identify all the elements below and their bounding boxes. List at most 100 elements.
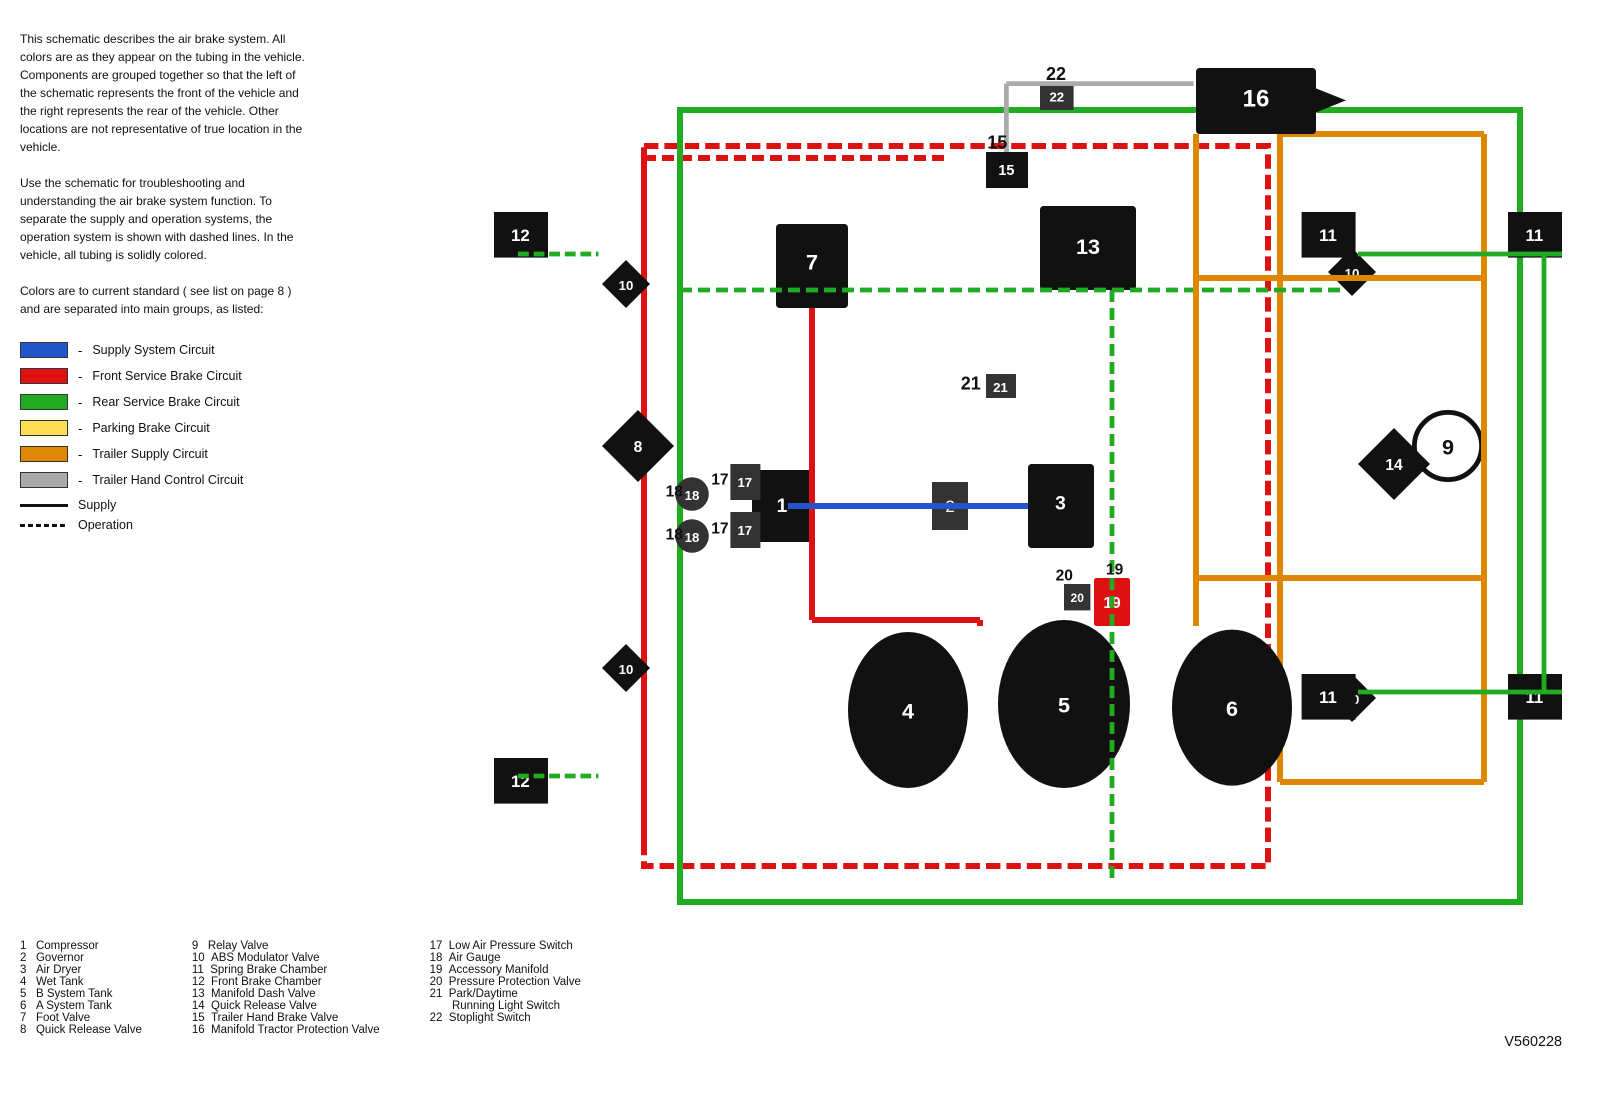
svg-text:21: 21 [993,380,1008,395]
svg-text:6: 6 [1226,696,1238,721]
svg-text:1: 1 [777,496,788,517]
comp-entry: 5 B System Tank [20,988,142,1000]
comp-entry: 8 Quick Release Valve [20,1024,142,1036]
svg-text:11: 11 [1319,226,1337,245]
svg-text:14: 14 [1385,457,1403,474]
svg-text:10: 10 [619,278,634,293]
legend-section: - Supply System Circuit - Front Service … [20,342,310,538]
supply-label: Supply [78,498,116,512]
operation-line-icon [20,524,68,527]
svg-text:18: 18 [666,483,684,500]
comp-entry: 10 ABS Modulator Valve [192,952,380,964]
legend-circuit-label: Trailer Supply Circuit [92,447,208,461]
legend-item: - Parking Brake Circuit [20,420,310,436]
comp-entry: 6 A System Tank [20,1000,142,1012]
legend-color-swatch [20,472,68,488]
legend-color-swatch [20,446,68,462]
comp-entry: 17 Low Air Pressure Switch [430,940,581,952]
comp-entry: 20 Pressure Protection Valve [430,976,581,988]
left-panel: This schematic describes the air brake s… [20,20,310,1076]
svg-text:11: 11 [1526,226,1544,245]
desc-para3: Colors are to current standard ( see lis… [20,282,310,318]
svg-text:5: 5 [1058,692,1070,717]
comp-entry: 22 Stoplight Switch [430,1012,581,1024]
svg-text:15: 15 [987,132,1007,152]
comp-entry: 3 Air Dryer [20,964,142,976]
legend-circuit-label: Front Service Brake Circuit [92,369,241,383]
legend-circuit-label: Parking Brake Circuit [92,421,209,435]
svg-text:18: 18 [666,527,684,544]
comp-entry: 4 Wet Tank [20,976,142,988]
comp-entry: 1 Compressor [20,940,142,952]
legend-circuit-label: Supply System Circuit [92,343,214,357]
legend-supply-line: Supply [20,498,310,512]
legend-dash: - [78,369,82,384]
svg-text:V560228: V560228 [1504,1034,1562,1050]
legend-dash: - [78,343,82,358]
page-container: This schematic describes the air brake s… [0,0,1600,1096]
legend-item: - Trailer Hand Control Circuit [20,472,310,488]
legend-color-swatch [20,342,68,358]
legend-dash: - [78,473,82,488]
svg-text:11: 11 [1319,688,1337,707]
comp-entry: 2 Governor [20,952,142,964]
comp-entry: 7 Foot Valve [20,1012,142,1024]
schematic-diagram: 1 2 3 4 5 6 7 8 9 [320,20,1580,1076]
svg-text:17: 17 [737,475,752,490]
legend-dash: - [78,447,82,462]
operation-label: Operation [78,518,133,532]
svg-text:22: 22 [1046,64,1066,84]
svg-text:20: 20 [1071,591,1085,605]
comp-entry: Running Light Switch [430,1000,581,1012]
comp-col3-footer: 17 Low Air Pressure Switch 18 Air Gauge … [430,940,581,1036]
supply-line-icon [20,504,68,507]
legend-item: - Supply System Circuit [20,342,310,358]
svg-text:17: 17 [711,471,728,488]
svg-text:7: 7 [806,250,818,275]
legend-item: - Trailer Supply Circuit [20,446,310,462]
legend-dash: - [78,395,82,410]
svg-text:17: 17 [711,521,728,538]
legend-circuit-label: Trailer Hand Control Circuit [92,473,243,487]
legend-dash: - [78,421,82,436]
svg-text:12: 12 [511,226,530,245]
comp-entry: 14 Quick Release Valve [192,1000,380,1012]
description-block: This schematic describes the air brake s… [20,30,310,318]
comp-col2-footer: 9 Relay Valve 10 ABS Modulator Valve 11 … [192,940,380,1036]
svg-text:17: 17 [737,523,752,538]
comp-entry: 18 Air Gauge [430,952,581,964]
desc-para2: Use the schematic for troubleshooting an… [20,174,310,264]
svg-text:18: 18 [685,488,700,503]
desc-para1: This schematic describes the air brake s… [20,30,310,156]
legend-circuit-label: Rear Service Brake Circuit [92,395,239,409]
components-footer: 1 Compressor 2 Governor 3 Air Dryer 4 We… [20,940,1580,1036]
svg-text:9: 9 [1442,434,1454,459]
comp-entry: 11 Spring Brake Chamber [192,964,380,976]
comp-entry: 12 Front Brake Chamber [192,976,380,988]
right-panel: 1 2 3 4 5 6 7 8 9 [320,20,1580,1076]
legend-operation-line: Operation [20,518,310,532]
svg-text:19: 19 [1106,561,1124,578]
legend-color-swatch [20,368,68,384]
comp-entry: 9 Relay Valve [192,940,380,952]
svg-text:16: 16 [1243,85,1270,112]
comp-entry: 19 Accessory Manifold [430,964,581,976]
svg-text:3: 3 [1055,494,1066,515]
svg-text:22: 22 [1049,90,1064,105]
svg-text:15: 15 [998,163,1014,179]
svg-text:18: 18 [685,530,700,545]
svg-text:20: 20 [1056,567,1074,584]
legend-item: - Rear Service Brake Circuit [20,394,310,410]
comp-col1-footer: 1 Compressor 2 Governor 3 Air Dryer 4 We… [20,940,142,1036]
legend-color-swatch [20,420,68,436]
svg-text:8: 8 [634,439,643,456]
comp-entry: 21 Park/Daytime [430,988,581,1000]
svg-text:21: 21 [961,374,981,394]
legend-color-swatch [20,394,68,410]
comp-entry: 16 Manifold Tractor Protection Valve [192,1024,380,1036]
svg-text:10: 10 [619,662,634,677]
comp-entry: 13 Manifold Dash Valve [192,988,380,1000]
svg-text:13: 13 [1076,234,1100,259]
comp-entry: 15 Trailer Hand Brake Valve [192,1012,380,1024]
svg-text:4: 4 [902,698,914,723]
